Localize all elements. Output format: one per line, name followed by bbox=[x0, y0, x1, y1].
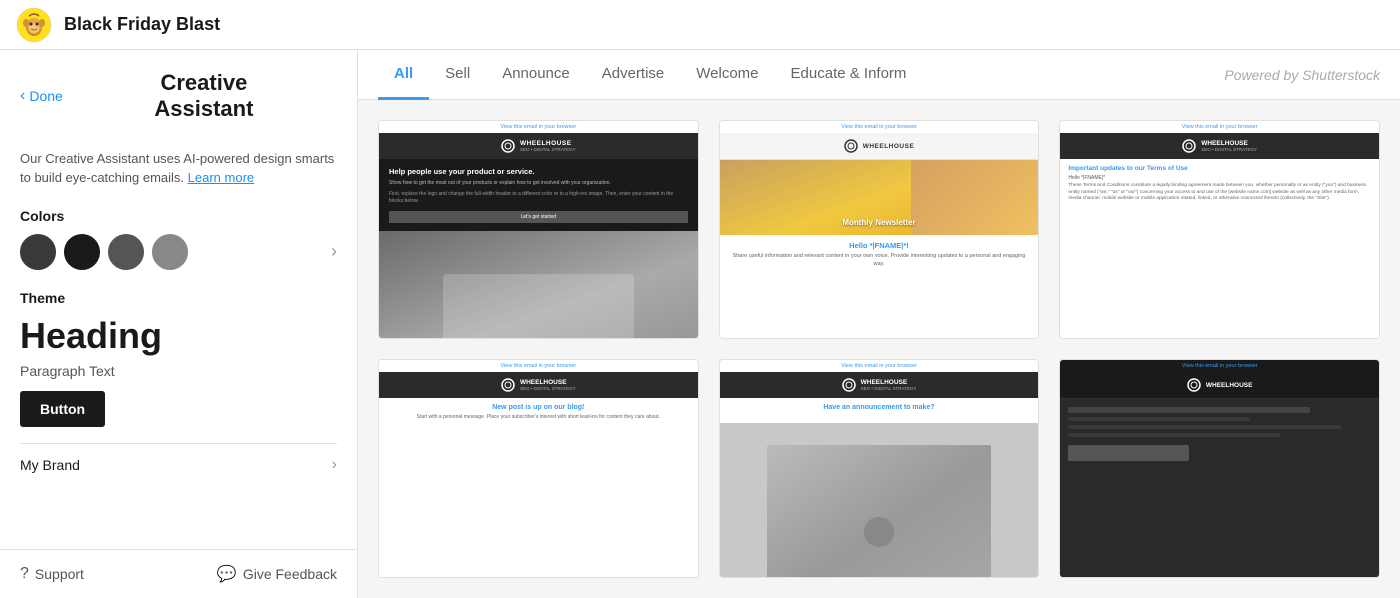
sidebar-description: Our Creative Assistant uses AI-powered d… bbox=[20, 149, 337, 188]
template-preview-3: View this email in your browser WHEELHOU… bbox=[1060, 121, 1379, 339]
preview-greeting-2: Hello *|FNAME|*! bbox=[730, 241, 1029, 250]
colors-row: › bbox=[20, 234, 337, 270]
preview-logo-2: WHEELHOUSE bbox=[863, 143, 915, 150]
color-swatch-1[interactable] bbox=[20, 234, 56, 270]
template-card-announcement[interactable]: View this email in your browser WHEELHOU… bbox=[719, 359, 1040, 578]
preview-content-5: Have an announcement to make? bbox=[720, 398, 1039, 423]
color-swatch-2[interactable] bbox=[64, 234, 100, 270]
main-layout: Done Creative Assistant Our Creative Ass… bbox=[0, 50, 1400, 598]
preview-view-browser-6: View this email in your browser bbox=[1060, 360, 1379, 372]
feedback-button[interactable]: 💬 Give Feedback bbox=[217, 564, 337, 584]
content-area: All Sell Announce Advertise Welcome Educ… bbox=[358, 50, 1400, 598]
app-title: Black Friday Blast bbox=[64, 14, 220, 35]
preview-dark-section-1: Help people use your product or service.… bbox=[379, 159, 698, 231]
preview-dark-body-6 bbox=[1060, 399, 1379, 578]
sidebar: Done Creative Assistant Our Creative Ass… bbox=[0, 50, 358, 598]
preview-greeting-3: Hello *|FNAME|* bbox=[1068, 175, 1371, 181]
theme-button-preview[interactable]: Button bbox=[20, 391, 105, 427]
preview-logo-5: WHEELHOUSE bbox=[861, 379, 917, 386]
template-preview-6: View this email in your browser WHEELHOU… bbox=[1060, 360, 1379, 578]
preview-hero-text-2: Monthly Newsletter bbox=[720, 218, 1039, 227]
top-bar: Black Friday Blast bbox=[0, 0, 1400, 50]
preview-logo-4: WHEELHOUSE bbox=[520, 379, 576, 386]
preview-view-browser-4: View this email in your browser bbox=[379, 360, 698, 372]
learn-more-link[interactable]: Learn more bbox=[188, 170, 254, 185]
theme-section: Theme Heading Paragraph Text Button bbox=[20, 290, 337, 444]
sidebar-title: Creative Assistant bbox=[71, 70, 337, 123]
color-swatch-3[interactable] bbox=[108, 234, 144, 270]
feedback-icon: 💬 bbox=[217, 564, 237, 584]
brand-row[interactable]: My Brand › bbox=[20, 443, 337, 486]
sidebar-title-area: Creative Assistant bbox=[71, 70, 337, 123]
preview-view-browser-3: View this email in your browser bbox=[1060, 121, 1379, 133]
preview-content-3: Important updates to our Terms of Use He… bbox=[1060, 159, 1379, 339]
sidebar-footer: ? Support 💬 Give Feedback bbox=[0, 549, 357, 598]
preview-photo-5 bbox=[720, 423, 1039, 578]
template-preview-4: View this email in your browser WHEELHOU… bbox=[379, 360, 698, 578]
preview-blue-title-5: Have an announcement to make? bbox=[728, 404, 1031, 411]
preview-blue-title-4: New post is up on our blog! bbox=[387, 404, 690, 411]
mailchimp-logo bbox=[16, 7, 52, 43]
tabs-bar: All Sell Announce Advertise Welcome Educ… bbox=[358, 50, 1400, 100]
preview-logo-sub-1: SEO • DIGITAL STRATEGY bbox=[520, 147, 576, 152]
preview-logo-6: WHEELHOUSE bbox=[1206, 382, 1253, 389]
preview-header-3: WHEELHOUSE SEO • DIGITAL STRATEGY bbox=[1060, 133, 1379, 159]
sidebar-content: Our Creative Assistant uses AI-powered d… bbox=[0, 133, 357, 549]
preview-logo-3: WHEELHOUSE bbox=[1201, 140, 1257, 147]
feedback-label: Give Feedback bbox=[243, 566, 337, 582]
sidebar-header: Done Creative Assistant bbox=[0, 50, 357, 133]
tab-educate[interactable]: Educate & Inform bbox=[775, 51, 923, 100]
template-card-dark[interactable]: View this email in your browser WHEELHOU… bbox=[1059, 359, 1380, 578]
template-card-monthly-newsletter[interactable]: View this email in your browser WHEELHOU… bbox=[719, 120, 1040, 339]
preview-view-browser-5: View this email in your browser bbox=[720, 360, 1039, 372]
preview-view-browser-1: View this email in your browser bbox=[379, 121, 698, 133]
preview-header-6: WHEELHOUSE bbox=[1060, 372, 1379, 399]
tab-welcome[interactable]: Welcome bbox=[680, 51, 774, 100]
template-preview-1: View this email in your browser WHEELHOU… bbox=[379, 121, 698, 339]
colors-label: Colors bbox=[20, 208, 337, 224]
preview-view-browser-2: View this email in your browser bbox=[720, 121, 1039, 133]
preview-blue-title-3: Important updates to our Terms of Use bbox=[1068, 165, 1371, 172]
tab-advertise[interactable]: Advertise bbox=[586, 51, 681, 100]
preview-hero-2: Monthly Newsletter bbox=[720, 160, 1039, 235]
preview-logo-sub-4: SEO • DIGITAL STRATEGY bbox=[520, 386, 576, 391]
preview-cta-1: Let's get started bbox=[389, 211, 688, 223]
template-card-how-to-get-started[interactable]: View this email in your browser WHEELHOU… bbox=[378, 120, 699, 339]
powered-by: Powered by Shutterstock bbox=[1224, 67, 1380, 83]
tab-all[interactable]: All bbox=[378, 51, 429, 100]
support-button[interactable]: ? Support bbox=[20, 565, 84, 583]
preview-subtitle-4: Start with a personal message. Place you… bbox=[387, 414, 690, 421]
tab-announce[interactable]: Announce bbox=[486, 51, 586, 100]
theme-paragraph-preview: Paragraph Text bbox=[20, 363, 337, 379]
preview-content-2: Hello *|FNAME|*! Share useful informatio… bbox=[720, 235, 1039, 339]
preview-logo-sub-3: SEO • DIGITAL STRATEGY bbox=[1201, 147, 1257, 152]
preview-header-4: WHEELHOUSE SEO • DIGITAL STRATEGY bbox=[379, 372, 698, 398]
preview-header-2: WHEELHOUSE bbox=[720, 133, 1039, 160]
preview-logo-sub-5: SEO • DIGITAL STRATEGY bbox=[861, 386, 917, 391]
tab-sell[interactable]: Sell bbox=[429, 51, 486, 100]
preview-photo-1 bbox=[379, 231, 698, 339]
colors-expand-arrow[interactable]: › bbox=[331, 241, 337, 262]
preview-content-4: New post is up on our blog! Start with a… bbox=[379, 398, 698, 578]
template-card-blog-post[interactable]: View this email in your browser WHEELHOU… bbox=[378, 359, 699, 578]
done-link[interactable]: Done bbox=[20, 87, 63, 105]
preview-body-3: These Terms and Conditions constitute a … bbox=[1068, 183, 1371, 203]
color-swatch-4[interactable] bbox=[152, 234, 188, 270]
brand-expand-arrow: › bbox=[332, 456, 337, 474]
preview-header-5: WHEELHOUSE SEO • DIGITAL STRATEGY bbox=[720, 372, 1039, 398]
preview-header-1: WHEELHOUSE SEO • DIGITAL STRATEGY bbox=[379, 133, 698, 159]
preview-subtitle-2: Share useful information and relevant co… bbox=[730, 253, 1029, 268]
theme-label: Theme bbox=[20, 290, 337, 306]
templates-grid: View this email in your browser WHEELHOU… bbox=[358, 100, 1400, 598]
brand-label: My Brand bbox=[20, 457, 80, 473]
theme-heading-preview: Heading bbox=[20, 316, 337, 356]
template-preview-2: View this email in your browser WHEELHOU… bbox=[720, 121, 1039, 339]
support-icon: ? bbox=[20, 565, 29, 583]
preview-logo-1: WHEELHOUSE bbox=[520, 140, 576, 147]
support-label: Support bbox=[35, 566, 84, 582]
template-card-important-notification[interactable]: View this email in your browser WHEELHOU… bbox=[1059, 120, 1380, 339]
template-preview-5: View this email in your browser WHEELHOU… bbox=[720, 360, 1039, 578]
